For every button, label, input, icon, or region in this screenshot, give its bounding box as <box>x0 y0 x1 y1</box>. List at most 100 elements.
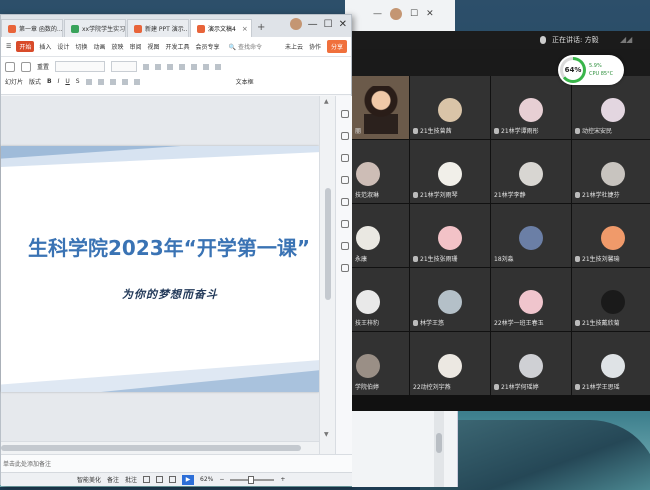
menu-tab-developer[interactable]: 开发工具 <box>165 42 191 51</box>
cloud-status[interactable]: 未上云 <box>285 42 303 51</box>
lower-window-scrollbar[interactable] <box>434 411 444 487</box>
new-tab-button[interactable]: + <box>253 19 269 37</box>
participant-tile[interactable]: 22动控刘宇燕 <box>410 332 490 395</box>
zoom-level[interactable]: 62% <box>200 476 213 483</box>
shrink-font-icon[interactable] <box>155 63 162 70</box>
participant-tile[interactable]: 学院伯婷 <box>352 332 409 395</box>
tab-doc-2[interactable]: xx学院学生实习... <box>64 19 126 37</box>
indent-icon[interactable] <box>203 63 210 70</box>
participant-tile[interactable]: 21林学谭雨彤 <box>491 76 571 139</box>
share-button[interactable]: 分享 <box>326 40 347 53</box>
menu-tab-animation[interactable]: 动画 <box>92 42 106 51</box>
align-center-icon[interactable] <box>97 78 104 85</box>
settings-icon[interactable] <box>340 264 349 272</box>
smart-beautify-button[interactable]: 智能美化 <box>77 475 101 484</box>
line-spacing-icon[interactable] <box>215 63 222 70</box>
slide-title[interactable]: 生科学院2023年“开学第一课” <box>1 232 319 261</box>
close-tab-icon[interactable]: × <box>242 25 248 33</box>
font-family-select[interactable] <box>55 61 106 72</box>
slide[interactable]: 生科学院2023年“开学第一课” 为你的梦想而奋斗 <box>1 146 319 392</box>
background-window-close-button[interactable]: ✕ <box>426 9 434 19</box>
zoom-slider[interactable] <box>230 475 275 484</box>
participant-tile[interactable]: 22林学一班王春玉 <box>491 268 571 331</box>
participant-tile[interactable]: 林学王悠 <box>410 268 490 331</box>
bullets-icon[interactable] <box>179 63 186 70</box>
align-right-icon[interactable] <box>109 78 116 85</box>
textbox-button[interactable]: 文本框 <box>236 77 254 86</box>
scroll-down-icon[interactable]: ▼ <box>324 431 329 438</box>
participant-tile[interactable]: 技范淑琳 <box>352 140 409 203</box>
tab-doc-3[interactable]: 新建 PPT 演示... <box>127 19 189 37</box>
grow-font-icon[interactable] <box>143 63 150 70</box>
participant-tile[interactable]: 21林学何瑶婷 <box>491 332 571 395</box>
design-icon[interactable] <box>340 198 349 206</box>
backup-icon[interactable] <box>340 220 349 228</box>
avatar[interactable] <box>390 8 402 20</box>
menu-tab-view[interactable]: 视图 <box>147 42 161 51</box>
zoom-knob[interactable] <box>248 475 255 484</box>
menu-icon[interactable]: ☰ <box>5 43 12 50</box>
participant-tile[interactable]: 21林学杜婕芬 <box>572 140 650 203</box>
slide-subtitle[interactable]: 为你的梦想而奋斗 <box>1 286 319 302</box>
reading-view-icon[interactable] <box>169 476 177 483</box>
notes-toggle-button[interactable]: 备注 <box>107 475 119 484</box>
background-window-maximize-button[interactable]: ☐ <box>410 9 418 19</box>
participant-tile[interactable]: 21林学李静 <box>491 140 571 203</box>
align-left-icon[interactable] <box>85 78 92 85</box>
property-icon[interactable] <box>340 110 349 118</box>
italic-button[interactable]: I <box>58 78 60 85</box>
participant-tile[interactable]: 21生技戴欣菊 <box>572 268 650 331</box>
font-color-icon[interactable] <box>133 78 140 85</box>
menu-tab-transition[interactable]: 切换 <box>74 42 88 51</box>
strikethrough-button[interactable]: S <box>76 78 80 85</box>
participant-tile[interactable]: 21生技张雨珊 <box>410 204 490 267</box>
reset-button[interactable]: 重置 <box>37 62 49 71</box>
zoom-out-icon[interactable]: − <box>219 476 224 483</box>
vertical-scrollbar[interactable]: ▲ ▼ <box>319 96 335 454</box>
collaboration-icon[interactable] <box>340 242 349 250</box>
tab-doc-1[interactable]: 第一章 函数的... <box>1 19 63 37</box>
close-button[interactable]: ✕ <box>339 19 347 30</box>
maximize-button[interactable]: ☐ <box>324 19 333 30</box>
font-size-select[interactable] <box>111 61 138 72</box>
participant-tile[interactable]: 18刘淼 <box>491 204 571 267</box>
sorter-view-icon[interactable] <box>156 476 164 483</box>
play-slideshow-button[interactable]: ▶ <box>182 474 195 485</box>
layout-button[interactable]: 版式 <box>29 77 41 86</box>
participant-tile[interactable]: 21生技刘馨瑜 <box>572 204 650 267</box>
participant-tile[interactable]: 21生技曾茜 <box>410 76 490 139</box>
menu-tab-insert[interactable]: 插入 <box>38 42 52 51</box>
vertical-scroll-thumb[interactable] <box>325 188 331 300</box>
transition-icon[interactable] <box>340 176 349 184</box>
clear-format-icon[interactable] <box>167 63 174 70</box>
menu-tab-home[interactable]: 开始 <box>16 41 35 52</box>
minimize-button[interactable]: — <box>308 19 318 30</box>
underline-button[interactable]: U <box>65 78 69 85</box>
participant-tile[interactable]: 丽 <box>352 76 409 139</box>
horizontal-scroll-thumb[interactable] <box>1 445 301 451</box>
participant-tile[interactable]: 21林学王思瑶 <box>572 332 650 395</box>
bold-button[interactable]: B <box>47 78 52 85</box>
new-slide-icon[interactable] <box>5 61 15 72</box>
participant-tile[interactable]: 动控宋安民 <box>572 76 650 139</box>
normal-view-icon[interactable] <box>143 476 151 483</box>
collaborate-button[interactable]: 协作 <box>309 42 321 51</box>
new-slide-button[interactable]: 幻灯片 <box>5 77 23 86</box>
command-search[interactable]: 🔍 查找命令 <box>229 42 262 51</box>
menu-tab-slideshow[interactable]: 放映 <box>110 42 124 51</box>
zoom-in-icon[interactable]: + <box>280 476 285 483</box>
notes-pane[interactable]: 单击此处添加备注 <box>1 454 353 472</box>
menu-tab-design[interactable]: 设计 <box>56 42 70 51</box>
participant-tile[interactable]: 21林学刘雨琴 <box>410 140 490 203</box>
animation-pane-icon[interactable] <box>340 154 349 162</box>
horizontal-scrollbar[interactable] <box>1 441 319 454</box>
user-avatar[interactable] <box>289 18 302 30</box>
tab-doc-4-active[interactable]: 演示文稿4 × <box>190 19 252 37</box>
menu-tab-member[interactable]: 会员专享 <box>195 42 221 51</box>
cpu-monitor-widget[interactable]: 64% 5.9% CPU 85°C <box>558 55 624 85</box>
layout-icon[interactable] <box>21 61 31 72</box>
background-window-minimize-button[interactable]: — <box>373 9 382 19</box>
participant-tile[interactable]: 技王梓豹 <box>352 268 409 331</box>
menu-tab-review[interactable]: 审阅 <box>128 42 142 51</box>
justify-icon[interactable] <box>121 78 128 85</box>
